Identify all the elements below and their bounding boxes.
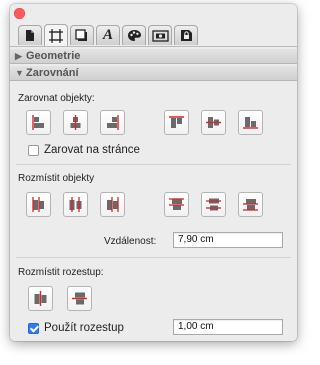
palette-icon xyxy=(127,30,141,41)
title-bar xyxy=(10,4,297,22)
use-spacing-checkbox[interactable] xyxy=(28,322,39,334)
tab-text[interactable]: A xyxy=(96,25,120,45)
distribute-bottom-icon xyxy=(243,199,258,211)
align-to-page-label: Zarovat na stránce xyxy=(44,144,140,156)
distribute-center-h-button[interactable] xyxy=(63,192,88,217)
distribute-center-v-button[interactable] xyxy=(201,192,226,217)
image-adjust-icon xyxy=(151,29,169,42)
document-icon xyxy=(26,30,34,41)
divider xyxy=(16,164,291,165)
align-top-icon xyxy=(169,116,184,128)
align-right-button[interactable] xyxy=(100,110,125,135)
align-left-button[interactable] xyxy=(26,110,51,135)
text-style-icon: A xyxy=(102,27,113,43)
alignment-inspector-panel: A ▶ Geometrie ▼ Zarovnání Zarovnat objek… xyxy=(10,4,297,341)
disclosure-down-icon: ▼ xyxy=(15,68,24,78)
align-bottom-icon xyxy=(243,117,258,129)
align-center-h-button[interactable] xyxy=(63,110,88,135)
tab-geometry[interactable] xyxy=(44,24,68,46)
align-center-h-icon xyxy=(70,115,81,130)
align-objects-label: Zarovnat objekty: xyxy=(18,93,95,104)
tab-color[interactable] xyxy=(122,25,146,45)
use-spacing-label: Použít rozestup xyxy=(44,322,124,334)
align-bottom-button[interactable] xyxy=(238,110,263,135)
inspector-tabs: A xyxy=(10,23,297,47)
distribute-top-button[interactable] xyxy=(164,192,189,217)
distribute-right-icon xyxy=(107,197,119,212)
align-middle-v-button[interactable] xyxy=(201,110,226,135)
tab-image[interactable] xyxy=(148,25,172,45)
distribute-top-icon xyxy=(169,198,184,210)
align-to-page-row[interactable]: Zarovat na stránce xyxy=(28,144,140,156)
distribute-objects-label: Rozmístit objekty xyxy=(18,173,95,184)
distribute-left-button[interactable] xyxy=(26,192,51,217)
shadow-box-icon xyxy=(75,29,87,41)
close-button[interactable] xyxy=(14,8,25,19)
space-horizontal-button[interactable] xyxy=(28,286,53,311)
align-right-icon xyxy=(107,115,119,130)
distribute-bottom-button[interactable] xyxy=(238,192,263,217)
divider xyxy=(16,257,291,258)
distribute-left-icon xyxy=(32,197,44,212)
section-geometry-label: Geometrie xyxy=(26,50,81,62)
disclosure-right-icon: ▶ xyxy=(15,51,22,61)
distance-field[interactable]: 7,90 cm xyxy=(173,232,283,248)
locked-document-icon xyxy=(180,30,192,41)
alignment-content: Zarovnat objekty: Zarovat na stránce Roz… xyxy=(10,83,297,341)
distance-label: Vzdálenost: xyxy=(104,236,157,247)
section-alignment-header[interactable]: ▼ Zarovnání xyxy=(10,66,297,81)
tab-document[interactable] xyxy=(18,25,42,45)
section-alignment-label: Zarovnání xyxy=(26,67,79,79)
space-vertical-button[interactable] xyxy=(67,286,92,311)
align-middle-v-icon xyxy=(206,117,221,128)
align-top-button[interactable] xyxy=(164,110,189,135)
distribute-center-v-icon xyxy=(206,198,221,211)
section-geometry-header[interactable]: ▶ Geometrie xyxy=(10,49,297,64)
distribute-center-h-icon xyxy=(69,197,82,212)
space-vertical-icon xyxy=(72,292,87,305)
use-spacing-row[interactable]: Použít rozestup xyxy=(28,322,124,334)
distribute-right-button[interactable] xyxy=(100,192,125,217)
tab-lock[interactable] xyxy=(174,25,198,45)
align-left-icon xyxy=(32,115,44,130)
geometry-crop-icon xyxy=(49,28,63,43)
spacing-field[interactable]: 1,00 cm xyxy=(173,319,283,335)
space-horizontal-icon xyxy=(34,291,47,306)
distribute-spacing-label: Rozmístit rozestup: xyxy=(18,267,104,278)
tab-shadow[interactable] xyxy=(70,25,94,45)
align-to-page-checkbox[interactable] xyxy=(28,144,39,156)
